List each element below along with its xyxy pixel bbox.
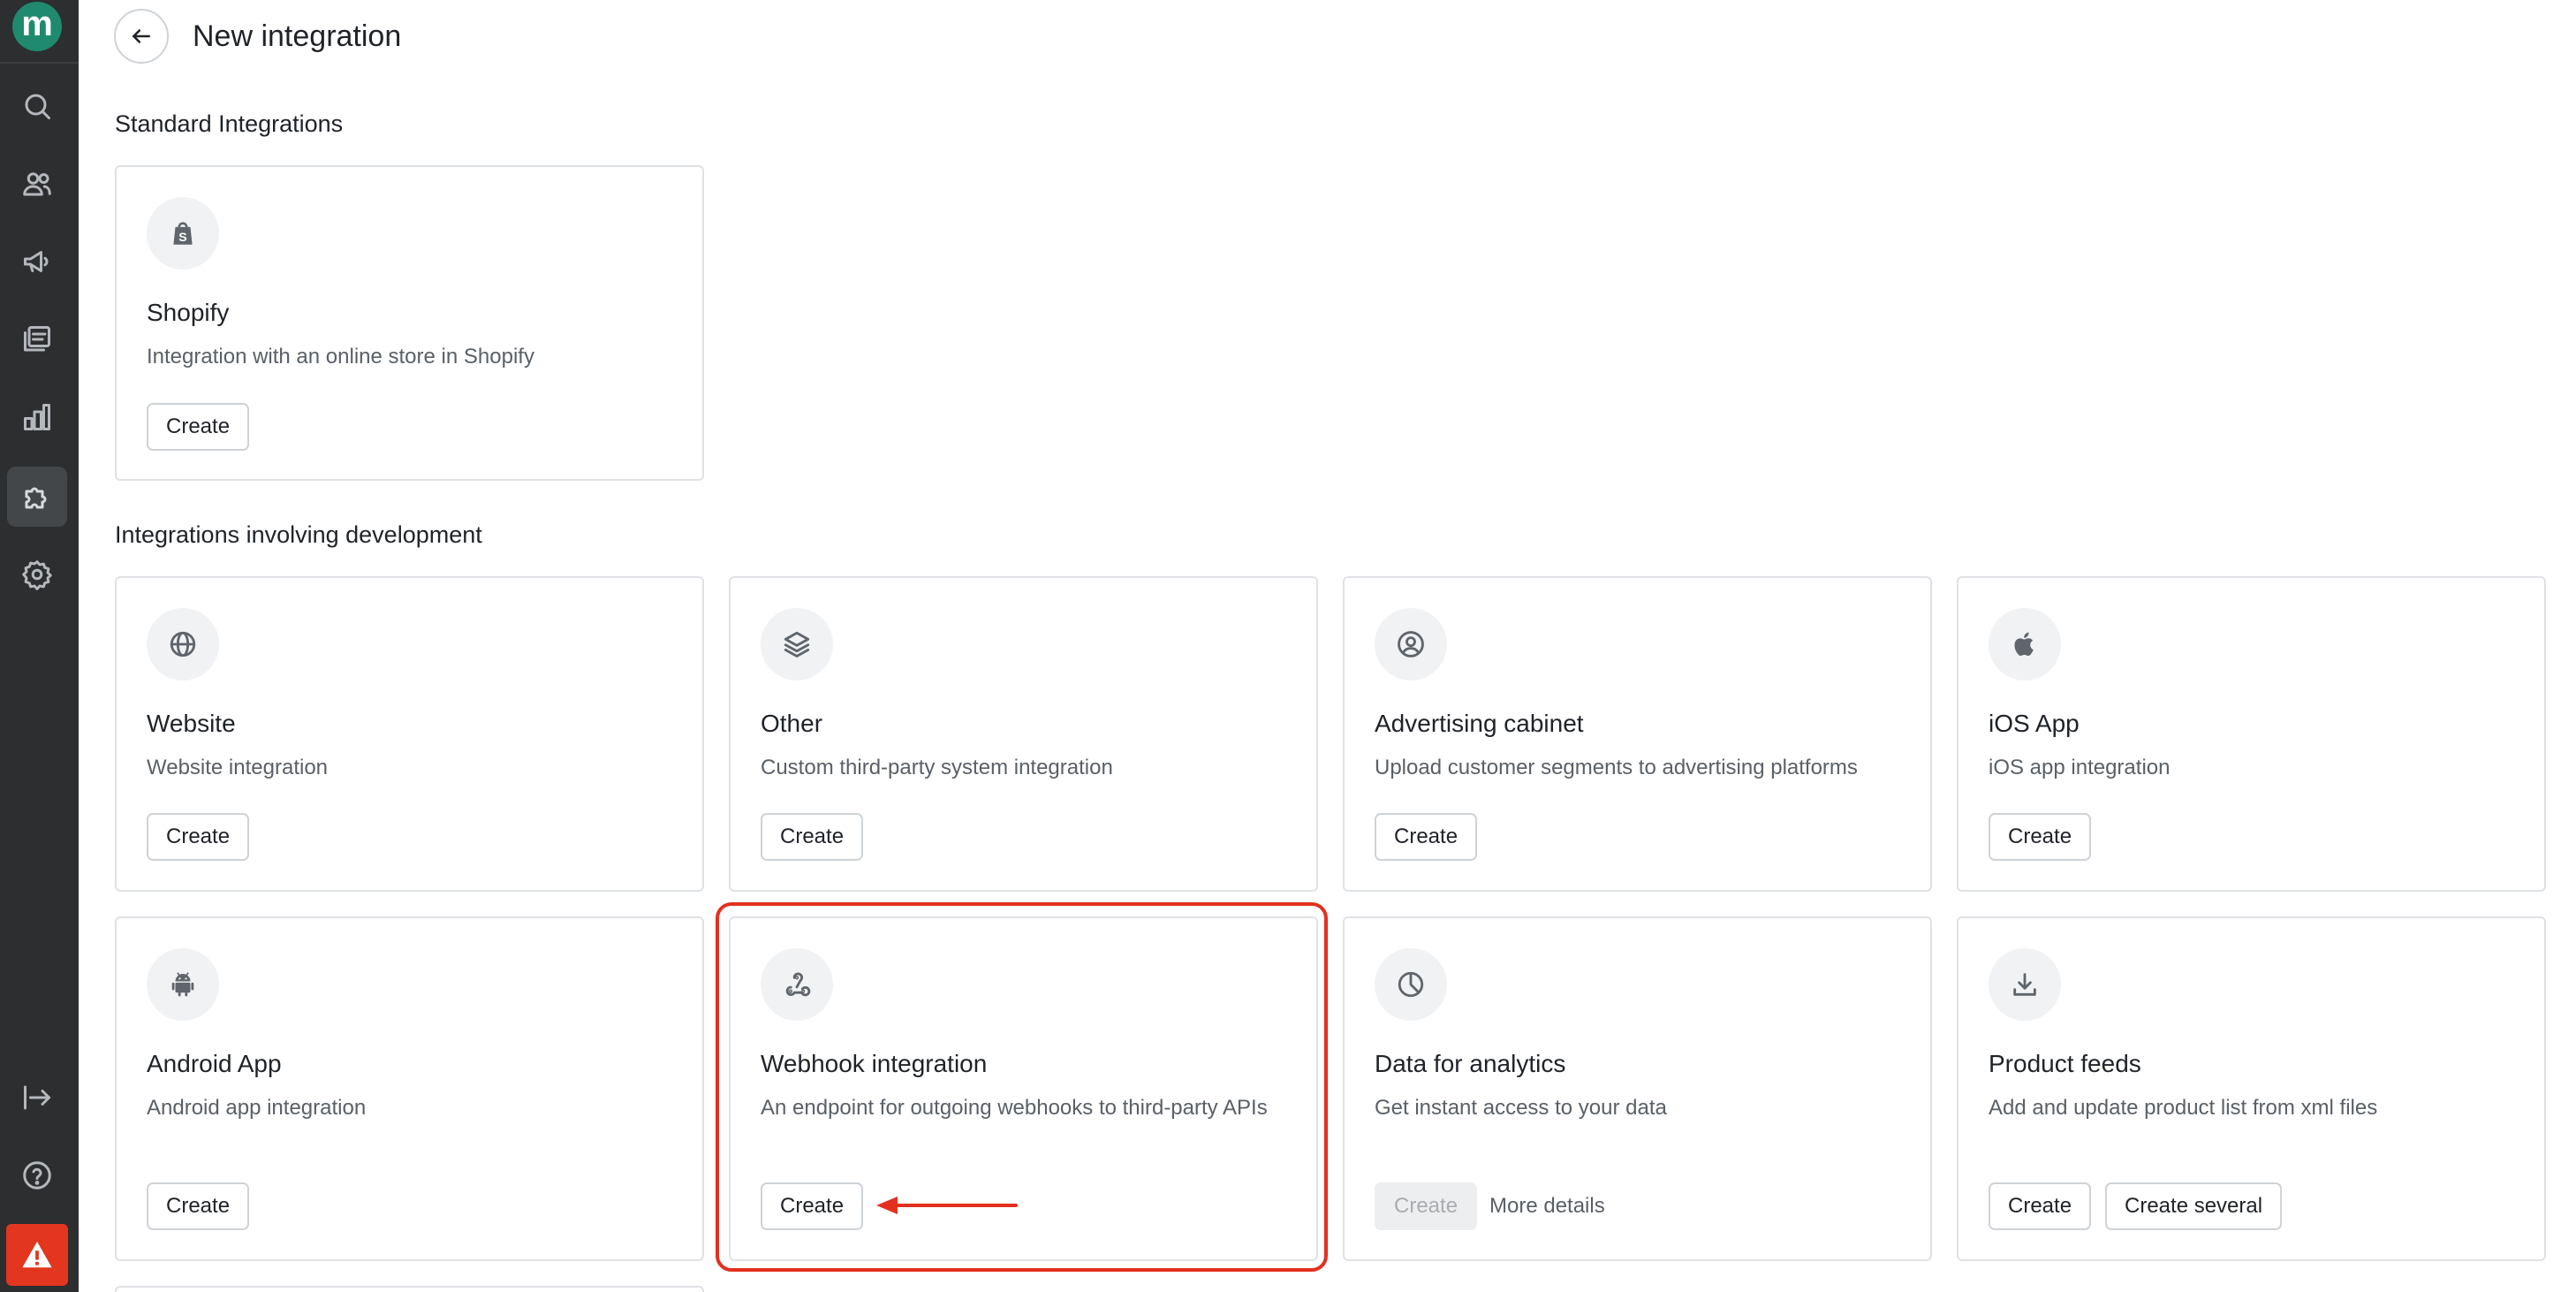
logo-letter: m	[21, 4, 53, 43]
sidebar-help[interactable]	[7, 1145, 67, 1205]
sidebar-item-integrations[interactable]	[7, 467, 67, 527]
sidebar-item-analytics[interactable]	[7, 387, 67, 447]
card-description: Add and update product list from xml fil…	[1989, 1096, 2378, 1120]
messages-icon	[24, 326, 50, 352]
gear-icon	[22, 560, 52, 590]
section-title-development: Integrations involving development	[115, 521, 482, 548]
apple-icon	[2014, 632, 2034, 657]
card-advertising-cabinet: Advertising cabinet Upload customer segm…	[1343, 576, 1932, 892]
create-several-button[interactable]: Create several	[2105, 1182, 2283, 1230]
card-next-row	[115, 1286, 704, 1292]
arrow-left-icon	[133, 29, 150, 43]
card-description: Get instant access to your data	[1375, 1096, 1667, 1120]
card-description: Upload customer segments to advertising …	[1375, 756, 1858, 779]
create-button: Create	[1375, 1182, 1478, 1230]
card-title: iOS App	[1989, 710, 2080, 737]
create-button[interactable]: Create	[147, 403, 250, 451]
create-button[interactable]: Create	[147, 813, 250, 861]
create-button[interactable]: Create	[1375, 813, 1478, 861]
highlight-frame	[716, 902, 1328, 1272]
card-description: iOS app integration	[1989, 756, 2171, 779]
card-shopify: S Shopify Integration with an online sto…	[115, 165, 704, 481]
sidebar-alert[interactable]	[6, 1224, 68, 1286]
puzzle-icon	[25, 487, 47, 509]
card-title: Advertising cabinet	[1375, 710, 1584, 737]
card-description: Website integration	[147, 756, 329, 779]
sidebar-item-campaigns[interactable]	[7, 232, 67, 292]
card-icon	[1375, 608, 1447, 680]
card-icon: S	[147, 197, 219, 270]
create-button[interactable]: Create	[761, 813, 864, 861]
shopify-icon: S	[173, 222, 193, 245]
card-title: Data for analytics	[1375, 1050, 1566, 1077]
card-icon	[147, 608, 219, 680]
analytics-icon	[24, 404, 50, 430]
card-title: Other	[761, 710, 823, 737]
card-description: Android app integration	[147, 1096, 367, 1120]
megaphone-icon	[24, 251, 49, 272]
card-icon	[1375, 948, 1447, 1021]
sidebar-item-customers[interactable]	[7, 154, 67, 214]
card-android-app: Android App Android app integration Crea…	[115, 916, 704, 1261]
pie-chart-icon	[1398, 971, 1424, 998]
sidebar: m	[0, 0, 79, 1292]
card-data-for-analytics: Data for analytics Get instant access to…	[1343, 916, 1932, 1261]
card-title: Website	[147, 710, 236, 737]
card-title: Shopify	[147, 299, 230, 326]
card-icon	[761, 608, 833, 680]
card-icon	[1989, 608, 2061, 680]
create-button[interactable]: Create	[1989, 1182, 2092, 1230]
card-title: Product feeds	[1989, 1050, 2141, 1077]
app-logo[interactable]: m	[12, 2, 62, 51]
more-details-link[interactable]: More details	[1489, 1182, 1605, 1230]
card-other: Other Custom third-party system integrat…	[729, 576, 1318, 892]
sidebar-item-messages[interactable]	[7, 309, 67, 369]
create-button[interactable]: Create	[147, 1182, 250, 1230]
sidebar-item-search[interactable]	[7, 76, 67, 136]
card-icon	[147, 948, 219, 1021]
warning-icon	[22, 1241, 52, 1268]
section-title-standard: Standard Integrations	[115, 110, 344, 137]
sidebar-item-settings[interactable]	[7, 544, 67, 604]
help-icon	[23, 1161, 51, 1189]
download-icon	[2013, 973, 2036, 996]
layers-icon	[784, 631, 810, 657]
user-circle-icon	[1398, 631, 1424, 657]
back-button[interactable]	[114, 9, 169, 64]
arrow-annotation-icon	[876, 1197, 1018, 1214]
sidebar-expand[interactable]	[7, 1068, 67, 1128]
card-description: Custom third-party system integration	[761, 756, 1113, 779]
globe-icon	[170, 631, 196, 657]
svg-text:S: S	[178, 231, 186, 245]
card-product-feeds: Product feeds Add and update product lis…	[1957, 916, 2546, 1261]
expand-icon	[24, 1085, 50, 1110]
card-icon	[1989, 948, 2061, 1021]
card-title: Android App	[147, 1050, 282, 1077]
sidebar-divider	[0, 62, 79, 64]
search-icon	[25, 94, 50, 119]
card-website: Website Website integration Create	[115, 576, 704, 892]
card-description: Integration with an online store in Shop…	[147, 345, 534, 369]
android-icon	[171, 972, 194, 997]
create-button[interactable]: Create	[1989, 813, 2092, 861]
card-ios-app: iOS App iOS app integration Create	[1957, 576, 2546, 892]
users-icon	[23, 172, 51, 196]
page-title: New integration	[193, 19, 402, 53]
